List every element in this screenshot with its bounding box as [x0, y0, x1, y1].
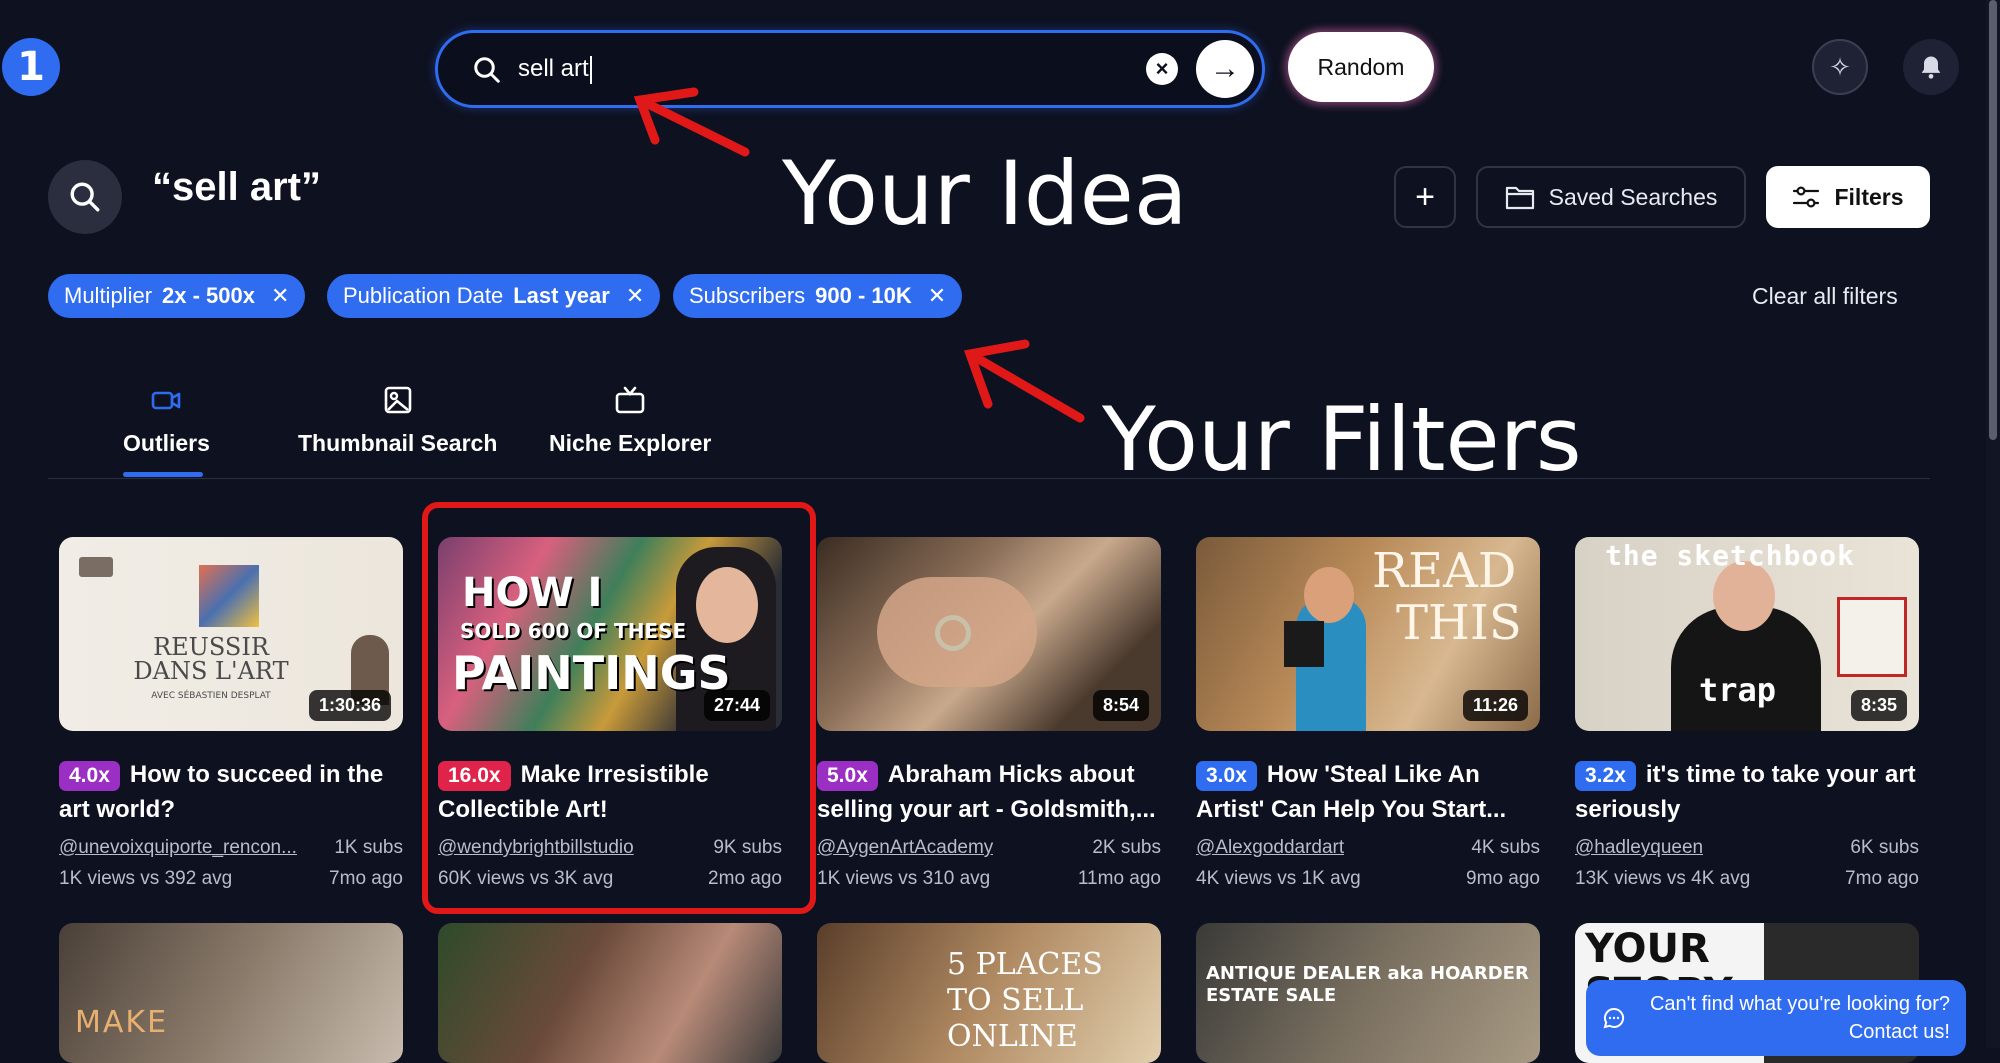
video-camera-icon: [152, 391, 181, 410]
channel-link[interactable]: @AygenArtAcademy: [817, 837, 993, 859]
multiplier-badge: 3.0x: [1196, 761, 1257, 791]
tab-niche-explorer[interactable]: Niche Explorer: [549, 384, 711, 457]
subscriber-count: 2K subs: [1092, 837, 1161, 858]
chip-key: Subscribers: [689, 283, 806, 308]
video-age: 7mo ago: [329, 868, 403, 889]
video-title[interactable]: 5.0x Abraham Hicks about selling your art…: [817, 757, 1161, 827]
close-icon[interactable]: ✕: [626, 283, 644, 309]
video-title[interactable]: 3.2x it's time to take your art seriously: [1575, 757, 1919, 827]
thumbnail-title: 5 PLACES TO SELL ONLINE: [947, 947, 1103, 1054]
thumbnail-title-1: READ: [1372, 543, 1517, 599]
saved-searches-button[interactable]: Saved Searches: [1476, 166, 1746, 228]
chip-key: Publication Date: [343, 283, 504, 308]
thumbnail-logo: [79, 557, 113, 577]
video-card[interactable]: the sketchbook trap 8:35 3.2x it's time t…: [1575, 537, 1919, 890]
video-card[interactable]: REUSSIR DANS L'ART AVEC SÉBASTIEN DESPLA…: [59, 537, 403, 890]
video-thumbnail[interactable]: 5 PLACES TO SELL ONLINE: [817, 923, 1161, 1063]
video-duration: 8:35: [1850, 690, 1907, 721]
tab-label: Thumbnail Search: [298, 430, 498, 456]
annotation-your-idea: Your Idea: [782, 142, 1188, 245]
filters-label: Filters: [1834, 183, 1904, 210]
multiplier-badge: 5.0x: [817, 761, 878, 791]
query-title: “sell art”: [152, 165, 321, 209]
active-tab-indicator: [123, 472, 203, 477]
tab-label: Outliers: [123, 430, 210, 456]
sliders-icon: [1793, 186, 1820, 208]
chip-key: Multiplier: [64, 283, 153, 308]
contact-us-widget[interactable]: Can't find what you're looking for? Cont…: [1586, 980, 1966, 1056]
channel-link[interactable]: @Alexgoddardart: [1196, 837, 1344, 859]
filters-button[interactable]: Filters: [1766, 166, 1930, 228]
video-title[interactable]: 4.0x How to succeed in the art world?: [59, 757, 403, 827]
video-card[interactable]: READ THIS 11:26 3.0x How 'Steal Like An A…: [1196, 537, 1540, 890]
close-icon[interactable]: ✕: [928, 283, 946, 309]
saved-searches-label: Saved Searches: [1548, 183, 1718, 210]
video-thumbnail[interactable]: ANTIQUE DEALER aka HOARDER ESTATE SALE: [1196, 923, 1540, 1063]
chip-value: Last year: [513, 283, 610, 308]
close-icon[interactable]: ✕: [271, 283, 289, 309]
contact-prompt: Can't find what you're looking for?: [1649, 993, 1950, 1015]
folder-icon: [1505, 186, 1534, 210]
video-card[interactable]: 8:54 5.0x Abraham Hicks about selling you…: [817, 537, 1161, 890]
video-age: 9mo ago: [1466, 868, 1540, 889]
video-age: 7mo ago: [1845, 868, 1919, 889]
channel-link[interactable]: @hadleyqueen: [1575, 837, 1703, 859]
subscriber-count: 1K subs: [334, 837, 403, 858]
video-duration: 8:54: [1092, 690, 1149, 721]
thumbnail-title-1: REUSSIR: [153, 633, 269, 661]
multiplier-badge: 3.2x: [1575, 761, 1636, 791]
tab-outliers[interactable]: Outliers: [123, 384, 210, 457]
thumbnail-sketchbook: [1837, 597, 1907, 677]
query-search-icon: [48, 160, 122, 234]
thumbnail-art: [199, 565, 259, 627]
thumbnail-title: ANTIQUE DEALER aka HOARDER ESTATE SALE: [1206, 963, 1529, 1006]
video-duration: 1:30:36: [308, 690, 391, 721]
subscriber-count: 6K subs: [1850, 837, 1919, 858]
views-vs-avg: 13K views vs 4K avg: [1575, 868, 1751, 889]
video-age: 11mo ago: [1077, 868, 1161, 889]
tabs-divider: [48, 478, 1930, 479]
filter-chip-publication-date[interactable]: Publication Date Last year ✕: [327, 274, 661, 318]
contact-link[interactable]: Contact us!: [1849, 1018, 1950, 1046]
video-thumbnail[interactable]: REUSSIR DANS L'ART AVEC SÉBASTIEN DESPLA…: [59, 537, 403, 731]
clear-all-filters-link[interactable]: Clear all filters: [1752, 280, 1898, 312]
chat-bubble-icon: [1603, 1007, 1625, 1029]
image-icon: [384, 386, 411, 414]
subscriber-count: 4K subs: [1471, 837, 1540, 858]
thumbnail-face: [1304, 567, 1354, 623]
views-vs-avg: 1K views vs 310 avg: [817, 868, 991, 889]
video-thumbnail[interactable]: [438, 923, 782, 1063]
thumbnail-ring: [935, 615, 971, 651]
views-vs-avg: 1K views vs 392 avg: [59, 868, 233, 889]
video-title[interactable]: 3.0x How 'Steal Like An Artist' Can Help …: [1196, 757, 1540, 827]
tab-label: Niche Explorer: [549, 430, 712, 456]
thumbnail-title-2: DANS L'ART: [133, 657, 289, 685]
chip-value: 900 - 10K: [815, 283, 912, 308]
tv-icon: [615, 386, 645, 414]
filter-chip-multiplier[interactable]: Multiplier 2x - 500x ✕: [48, 274, 306, 318]
video-thumbnail[interactable]: 8:54: [817, 537, 1161, 731]
views-vs-avg: 4K views vs 1K avg: [1196, 868, 1361, 889]
tab-thumbnail-search[interactable]: Thumbnail Search: [298, 384, 497, 457]
video-duration: 11:26: [1462, 690, 1528, 721]
add-search-button[interactable]: +: [1394, 166, 1456, 228]
video-thumbnail[interactable]: READ THIS 11:26: [1196, 537, 1540, 731]
plus-icon: +: [1415, 177, 1435, 216]
multiplier-badge: 4.0x: [59, 761, 120, 791]
filter-chip-subscribers[interactable]: Subscribers 900 - 10K ✕: [673, 274, 963, 318]
video-thumbnail[interactable]: MAKE: [59, 923, 403, 1063]
channel-link[interactable]: @unevoixquiporte_rencon...: [59, 837, 297, 859]
thumbnail-title-2: trap: [1699, 671, 1777, 709]
chip-value: 2x - 500x: [162, 283, 255, 308]
thumbnail-book: [1284, 621, 1324, 667]
annotation-highlight-box: [422, 502, 816, 914]
video-thumbnail[interactable]: the sketchbook trap 8:35: [1575, 537, 1919, 731]
annotation-your-filters: Your Filters: [1102, 388, 1582, 491]
thumbnail-title: MAKE: [75, 1005, 169, 1040]
filters-arrow-shaft: [965, 349, 1085, 423]
thumbnail-title-2: THIS: [1396, 595, 1522, 651]
thumbnail-title-1: the sketchbook: [1605, 539, 1856, 572]
